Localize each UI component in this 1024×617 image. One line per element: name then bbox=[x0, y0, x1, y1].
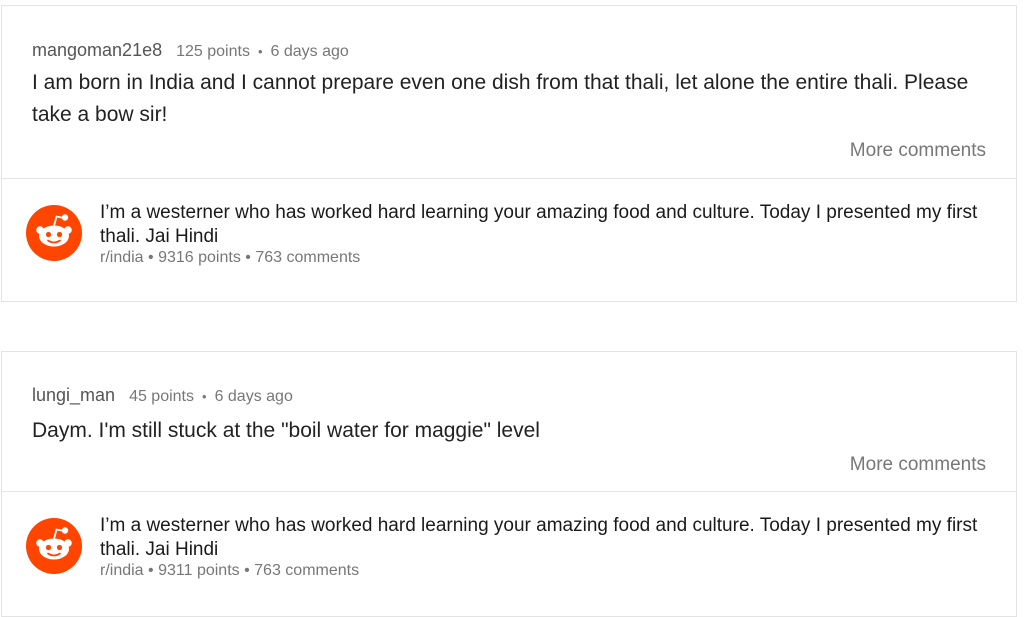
comment: lungi_man 45 points • 6 days ago Daym. I… bbox=[2, 352, 1016, 491]
comment-username[interactable]: lungi_man bbox=[32, 385, 115, 406]
comment-card: lungi_man 45 points • 6 days ago Daym. I… bbox=[1, 351, 1017, 617]
post-meta: r/india • 9316 points • 763 comments bbox=[100, 249, 360, 267]
post-subreddit[interactable]: r/india bbox=[100, 249, 144, 266]
post-meta: r/india • 9311 points • 763 comments bbox=[100, 562, 359, 580]
comment-meta: mangoman21e8 125 points • 6 days ago bbox=[32, 40, 349, 61]
post-title[interactable]: I’m a westerner who has worked hard lear… bbox=[100, 201, 1005, 249]
more-comments-link[interactable]: More comments bbox=[850, 140, 986, 162]
post-comment-count[interactable]: 763 comments bbox=[255, 249, 360, 266]
post-subreddit[interactable]: r/india bbox=[100, 562, 144, 579]
separator-dot: • bbox=[148, 562, 154, 579]
reddit-logo-icon bbox=[26, 518, 82, 574]
comment-username[interactable]: mangoman21e8 bbox=[32, 40, 162, 61]
comment-meta: lungi_man 45 points • 6 days ago bbox=[32, 385, 293, 406]
comment-body: I am born in India and I cannot prepare … bbox=[32, 71, 969, 126]
post-points: 9316 points bbox=[158, 249, 241, 266]
comment-card: mangoman21e8 125 points • 6 days ago I a… bbox=[1, 5, 1017, 302]
comment-body: Daym. I'm still stuck at the "boil water… bbox=[32, 419, 540, 442]
post-link[interactable]: I’m a westerner who has worked hard lear… bbox=[2, 178, 1016, 302]
separator-dot: • bbox=[257, 44, 263, 59]
comment: mangoman21e8 125 points • 6 days ago I a… bbox=[2, 6, 1016, 178]
post-link[interactable]: I’m a westerner who has worked hard lear… bbox=[2, 491, 1016, 616]
separator-dot: • bbox=[244, 562, 250, 579]
comment-points: 45 points bbox=[129, 388, 194, 405]
post-comment-count[interactable]: 763 comments bbox=[254, 562, 359, 579]
more-comments-link[interactable]: More comments bbox=[850, 454, 986, 476]
separator-dot: • bbox=[245, 249, 251, 266]
separator-dot: • bbox=[148, 249, 154, 266]
post-points: 9311 points bbox=[158, 562, 240, 579]
post-title[interactable]: I’m a westerner who has worked hard lear… bbox=[100, 514, 1005, 562]
comment-points: 125 points bbox=[176, 43, 250, 60]
comment-age: 6 days ago bbox=[214, 388, 293, 405]
separator-dot: • bbox=[202, 389, 207, 404]
reddit-logo-icon bbox=[26, 205, 82, 261]
comment-age: 6 days ago bbox=[270, 43, 349, 60]
